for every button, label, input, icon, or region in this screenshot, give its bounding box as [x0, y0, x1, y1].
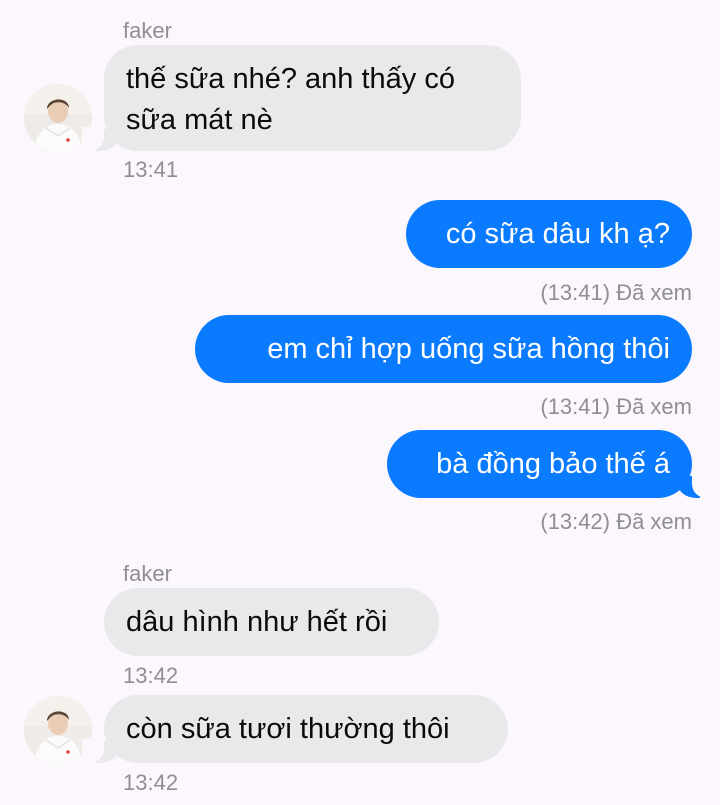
- message-text: dâu hình như hết rồi: [126, 606, 388, 638]
- message-line: sữa mát nè: [126, 104, 273, 136]
- message-line: thế sữa nhé? anh thấy có: [126, 63, 455, 95]
- message-text: có sữa dâu kh ạ?: [445, 218, 670, 250]
- outgoing-message[interactable]: em chỉ hợp uống sữa hồng thôi: [195, 315, 692, 383]
- chat-thread: faker thế sữa nhé? anh thấy có sữa mát n…: [0, 0, 720, 805]
- incoming-message[interactable]: thế sữa nhé? anh thấy có sữa mát nè: [82, 45, 521, 151]
- message-text: còn sữa tươi thường thôi: [126, 713, 450, 745]
- incoming-message[interactable]: còn sữa tươi thường thôi: [82, 695, 508, 763]
- message-text: em chỉ hợp uống sữa hồng thôi: [267, 333, 670, 365]
- sender-name: faker: [123, 18, 172, 43]
- incoming-message[interactable]: dâu hình như hết rồi: [104, 588, 439, 656]
- read-receipt: (13:41) Đã xem: [540, 394, 692, 419]
- message-text: bà đồng bảo thế á: [436, 448, 670, 480]
- message-timestamp: 13:42: [123, 770, 179, 795]
- message-timestamp: 13:41: [123, 157, 179, 182]
- sender-name: faker: [123, 561, 172, 586]
- read-receipt: (13:41) Đã xem: [540, 280, 692, 305]
- read-receipt: (13:42) Đã xem: [540, 509, 692, 534]
- outgoing-message[interactable]: bà đồng bảo thế á: [387, 430, 714, 498]
- outgoing-message[interactable]: có sữa dâu kh ạ?: [406, 200, 692, 268]
- message-timestamp: 13:42: [123, 663, 179, 688]
